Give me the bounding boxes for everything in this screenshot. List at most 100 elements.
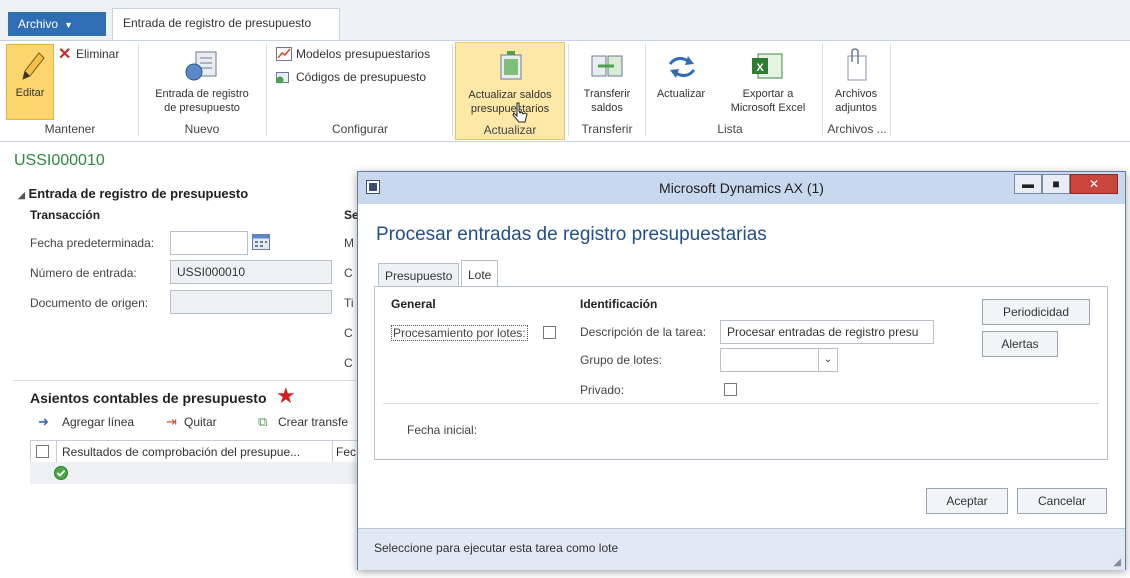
column-header-results[interactable]: Resultados de comprobación del presupue.… xyxy=(62,445,300,459)
recurrence-button[interactable]: Periodicidad xyxy=(982,299,1090,325)
cancel-button[interactable]: Cancelar xyxy=(1017,488,1107,514)
update-budget-balances-button[interactable]: Actualizar saldos presupuestarios Actual… xyxy=(455,42,565,140)
ok-button[interactable]: Aceptar xyxy=(926,488,1008,514)
batch-group-label: Grupo de lotes: xyxy=(580,353,663,367)
group-label-mantener: Mantener xyxy=(44,122,96,136)
codes-icon xyxy=(276,72,289,84)
add-line-icon: ➜ xyxy=(38,414,49,429)
alerts-button[interactable]: Alertas xyxy=(982,331,1058,357)
general-title: General xyxy=(391,297,436,311)
group-divider xyxy=(138,44,139,136)
group-label-archivos: Archivos ... xyxy=(827,122,887,136)
minimize-button[interactable]: ▬ xyxy=(1014,174,1042,194)
start-date-label: Fecha inicial: xyxy=(407,423,478,437)
ribbon-tab-budget-entry[interactable]: Entrada de registro de presupuesto xyxy=(112,8,340,40)
update-balances-label-1: Actualizar saldos xyxy=(468,89,552,101)
calendar-icon[interactable] xyxy=(252,234,270,250)
maximize-button[interactable]: ■ xyxy=(1042,174,1070,194)
delete-x-icon: ✕ xyxy=(58,46,72,63)
budget-models-button[interactable]: Modelos presupuestarios xyxy=(276,46,452,64)
transaction-title: Transacción xyxy=(30,208,101,222)
remove-label: Quitar xyxy=(184,415,217,429)
batch-dialog: Microsoft Dynamics AX (1) ▬ ■ ✕ Procesar… xyxy=(357,171,1126,570)
select-all-checkbox[interactable] xyxy=(36,445,49,458)
refresh-label: Actualizar xyxy=(656,88,706,100)
remove-button[interactable]: ⇥ Quitar xyxy=(166,414,236,432)
close-icon: ✕ xyxy=(1088,177,1100,191)
second-column-label: C xyxy=(344,326,353,340)
file-tab[interactable]: Archivo ▼ xyxy=(8,12,106,36)
mouse-cursor-icon xyxy=(512,102,528,123)
divider xyxy=(332,440,333,462)
second-column-label: Ti xyxy=(344,296,354,310)
dialog-title-bar[interactable]: Microsoft Dynamics AX (1) ▬ ■ ✕ xyxy=(358,172,1125,204)
table-row[interactable] xyxy=(30,462,360,484)
add-line-button[interactable]: ➜ Agregar línea xyxy=(38,414,148,432)
remove-line-icon: ⇥ xyxy=(166,414,177,429)
update-balances-label-2: presupuestarios xyxy=(470,103,550,115)
dialog-title: Microsoft Dynamics AX (1) xyxy=(659,180,824,196)
resize-grip-icon[interactable]: ◢ xyxy=(1113,557,1121,568)
group-divider xyxy=(890,44,891,136)
refresh-button[interactable]: Actualizar xyxy=(650,44,712,122)
entry-number-field[interactable]: USSI000010 xyxy=(170,260,332,284)
budget-models-label: Modelos presupuestarios xyxy=(296,47,431,61)
journal-title: Asientos contables de presupuesto xyxy=(30,390,267,406)
tab-presupuesto[interactable]: Presupuesto xyxy=(378,263,460,287)
new-entry-label-1: Entrada de registro xyxy=(155,88,249,100)
minimize-icon: ▬ xyxy=(1022,177,1034,191)
dialog-status-bar: Seleccione para ejecutar esta tarea como… xyxy=(358,528,1125,570)
batch-tab-panel: General Procesamiento por lotes: Identif… xyxy=(374,286,1108,460)
divider xyxy=(383,403,1099,404)
check-ok-icon xyxy=(54,466,68,480)
excel-icon: X xyxy=(752,53,783,79)
tab-lote[interactable]: Lote xyxy=(461,260,499,288)
column-header-date[interactable]: Fec xyxy=(336,445,356,459)
budget-codes-label: Códigos de presupuesto xyxy=(296,70,427,84)
group-label-lista: Lista xyxy=(717,122,743,136)
divider xyxy=(14,380,356,381)
delete-label: Eliminar xyxy=(76,47,120,61)
collapse-arrow-icon: ◢ xyxy=(18,190,25,200)
budget-codes-button[interactable]: Códigos de presupuesto xyxy=(276,69,452,87)
svg-text:X: X xyxy=(756,62,764,74)
batch-processing-checkbox[interactable] xyxy=(543,326,556,339)
transfer-balances-button[interactable]: Transferir saldos xyxy=(572,44,642,122)
update-balances-icon xyxy=(500,51,522,80)
group-label-actualizar: Actualizar xyxy=(483,123,537,137)
entry-section-label: Entrada de registro de presupuesto xyxy=(28,186,249,201)
export-label-1: Exportar a xyxy=(742,88,794,100)
group-divider xyxy=(645,44,646,136)
edit-label: Editar xyxy=(15,87,45,99)
batch-group-select[interactable]: ⌄ xyxy=(720,348,838,372)
default-date-input[interactable] xyxy=(170,231,248,255)
close-button[interactable]: ✕ xyxy=(1070,174,1118,194)
attachments-label-1: Archivos xyxy=(834,88,878,100)
maximize-icon: ■ xyxy=(1052,177,1060,191)
new-entry-label-2: de presupuesto xyxy=(164,102,240,114)
create-transfer-icon: ⧉ xyxy=(258,414,268,429)
edit-button[interactable]: Editar xyxy=(6,44,54,120)
group-label-configurar: Configurar xyxy=(331,122,389,136)
attachments-button[interactable]: Archivos adjuntos xyxy=(826,44,886,122)
private-checkbox[interactable] xyxy=(724,383,737,396)
new-budget-entry-button[interactable]: Entrada de registro de presupuesto xyxy=(142,44,262,122)
chevron-down-icon[interactable]: ⌄ xyxy=(818,349,837,371)
chevron-down-icon: ▼ xyxy=(64,20,73,30)
entry-section-title[interactable]: ◢ Entrada de registro de presupuesto xyxy=(18,186,248,201)
group-divider xyxy=(266,44,267,136)
attachments-label-2: adjuntos xyxy=(835,102,877,114)
source-document-field[interactable] xyxy=(170,290,332,314)
budget-entry-icon xyxy=(185,51,217,81)
delete-button[interactable]: ✕ Eliminar xyxy=(58,46,130,64)
transfer-icon xyxy=(591,55,623,77)
private-label: Privado: xyxy=(580,383,625,397)
create-transfer-button[interactable]: ⧉ Crear transfe xyxy=(258,414,358,432)
task-description-input[interactable]: Procesar entradas de registro presu xyxy=(720,320,934,344)
group-divider xyxy=(452,44,453,136)
identification-title: Identificación xyxy=(580,297,658,311)
export-excel-button[interactable]: X Exportar a Microsoft Excel xyxy=(718,44,818,122)
group-label-nuevo: Nuevo xyxy=(184,122,220,136)
second-column-label: C xyxy=(344,266,353,280)
create-transfer-label: Crear transfe xyxy=(278,415,349,429)
